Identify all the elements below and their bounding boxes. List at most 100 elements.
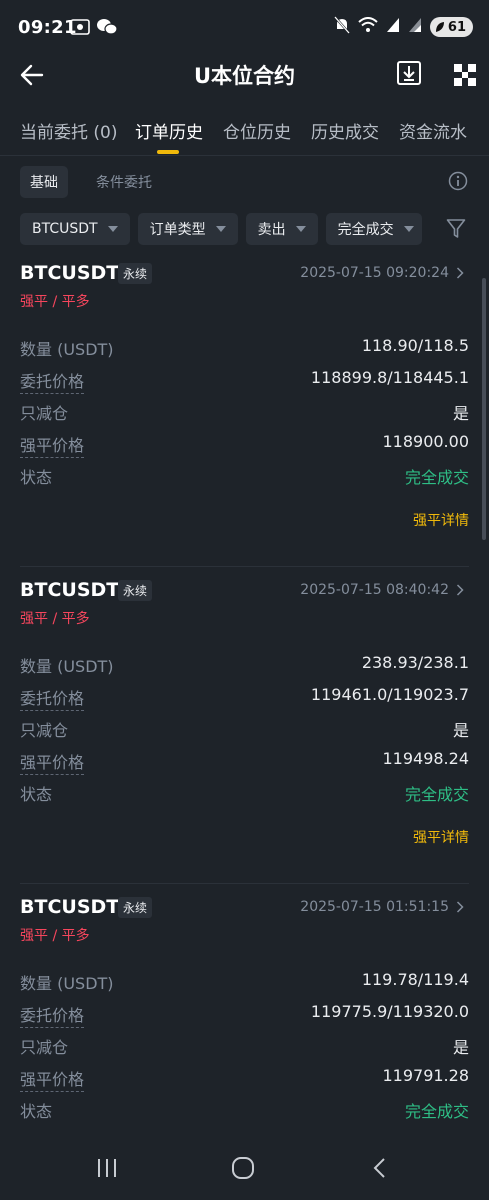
reduce-only-label: 只减仓 xyxy=(20,404,69,423)
scrollbar[interactable] xyxy=(482,278,486,540)
quantity-value: 238.93/238.1 xyxy=(361,653,469,672)
filter-icon[interactable] xyxy=(446,218,466,240)
tab-transaction-history[interactable]: 资金流水 xyxy=(399,118,467,143)
wifi-icon xyxy=(358,17,378,37)
liq-price-label[interactable]: 强平价格 xyxy=(20,432,85,458)
liq-price-value: 119498.24 xyxy=(382,749,469,768)
status-label: 状态 xyxy=(20,785,53,804)
liq-price-value: 118900.00 xyxy=(382,432,469,451)
quantity-row: 数量 (USDT) 119.78/119.4 xyxy=(20,970,469,994)
order-symbol[interactable]: BTCUSDT xyxy=(20,896,119,918)
filter-symbol-label: BTCUSDT xyxy=(32,221,98,237)
quantity-label: 数量 (USDT) xyxy=(20,340,114,359)
order-price-value: 119461.0/119023.7 xyxy=(310,685,469,704)
quantity-value: 119.78/119.4 xyxy=(361,970,469,989)
subtab-basic[interactable]: 基础 xyxy=(20,166,68,198)
order-card: BTCUSDT 永续 2025-07-15 09:20:24 强平 / 平多 数… xyxy=(20,250,469,567)
order-symbol[interactable]: BTCUSDT xyxy=(20,579,119,601)
header: U本位合约 xyxy=(0,48,489,102)
tab-open-orders[interactable]: 当前委托 (0) xyxy=(20,118,117,143)
status-row: 状态 完全成交 xyxy=(20,781,469,805)
order-type: 强平 / 平多 xyxy=(20,294,90,310)
download-button[interactable] xyxy=(396,60,422,86)
liquidation-details-link[interactable]: 强平详情 xyxy=(413,827,469,847)
chevron-right-icon[interactable] xyxy=(456,584,464,596)
wechat-icon xyxy=(96,18,118,40)
order-subtabs: 基础 条件委托 xyxy=(20,166,162,198)
reduce-only-value: 是 xyxy=(452,721,469,740)
order-type: 强平 / 平多 xyxy=(20,611,90,627)
liquidation-details-link[interactable]: 强平详情 xyxy=(413,510,469,530)
quantity-label: 数量 (USDT) xyxy=(20,657,114,676)
reduce-only-row: 只减仓 是 xyxy=(20,1034,469,1058)
order-symbol[interactable]: BTCUSDT xyxy=(20,262,119,284)
order-time: 2025-07-15 08:40:42 xyxy=(300,582,449,598)
chevron-right-icon[interactable] xyxy=(456,267,464,279)
mute-icon xyxy=(334,16,350,38)
filter-status-label: 完全成交 xyxy=(337,222,394,238)
quantity-row: 数量 (USDT) 238.93/238.1 xyxy=(20,653,469,677)
recent-apps-button[interactable] xyxy=(96,1158,118,1178)
order-price-value: 118899.8/118445.1 xyxy=(310,368,469,387)
order-list: BTCUSDT 永续 2025-07-15 09:20:24 强平 / 平多 数… xyxy=(0,250,489,1200)
screen-record-icon xyxy=(70,18,90,40)
reduce-only-value: 是 xyxy=(452,1038,469,1057)
status-row: 状态 完全成交 xyxy=(20,464,469,488)
active-tab-indicator xyxy=(157,150,179,154)
perpetual-badge: 永续 xyxy=(118,897,153,918)
caret-down-icon xyxy=(215,226,226,232)
order-type: 强平 / 平多 xyxy=(20,928,90,944)
status-right: 61 xyxy=(334,16,473,38)
filter-side[interactable]: 卖出 xyxy=(245,213,318,245)
reduce-only-value: 是 xyxy=(452,404,469,423)
reduce-only-row: 只减仓 是 xyxy=(20,717,469,741)
qr-scan-icon xyxy=(454,64,476,86)
filter-symbol[interactable]: BTCUSDT xyxy=(20,213,130,245)
system-nav-bar xyxy=(0,1138,489,1200)
liq-price-row: 强平价格 119791.28 xyxy=(20,1066,469,1092)
status-row: 状态 完全成交 xyxy=(20,1098,469,1122)
status-label: 状态 xyxy=(20,1102,53,1121)
info-icon[interactable] xyxy=(448,171,468,191)
quantity-value: 118.90/118.5 xyxy=(361,336,469,355)
signal-icon xyxy=(408,17,422,37)
status-time: 09:21 xyxy=(18,17,77,38)
order-price-label[interactable]: 委托价格 xyxy=(20,685,85,711)
tab-order-history[interactable]: 订单历史 xyxy=(135,118,203,143)
back-chevron-icon xyxy=(373,1158,385,1178)
order-tabs: 当前委托 (0) 订单历史 仓位历史 历史成交 资金流水 xyxy=(0,104,489,156)
order-price-label[interactable]: 委托价格 xyxy=(20,368,85,394)
reduce-only-label: 只减仓 xyxy=(20,1038,69,1057)
order-price-row: 委托价格 118899.8/118445.1 xyxy=(20,368,469,394)
battery-indicator: 61 xyxy=(429,17,473,37)
system-back-button[interactable] xyxy=(372,1157,388,1179)
liq-price-value: 119791.28 xyxy=(382,1066,469,1085)
filter-side-label: 卖出 xyxy=(257,222,286,238)
chevron-right-icon[interactable] xyxy=(456,901,464,913)
tab-trade-history[interactable]: 历史成交 xyxy=(311,118,379,143)
status-value: 完全成交 xyxy=(404,1102,469,1121)
status-left-icons xyxy=(70,18,118,40)
filter-status[interactable]: 完全成交 xyxy=(325,213,422,245)
battery-level: 61 xyxy=(447,19,466,35)
home-button[interactable] xyxy=(231,1157,255,1179)
filter-order-type-label: 订单类型 xyxy=(149,222,206,238)
status-value: 完全成交 xyxy=(404,468,469,487)
liq-price-label[interactable]: 强平价格 xyxy=(20,1066,85,1092)
filter-bar: BTCUSDT 订单类型 卖出 完全成交 xyxy=(20,213,422,245)
recent-apps-icon xyxy=(98,1159,116,1177)
quantity-row: 数量 (USDT) 118.90/118.5 xyxy=(20,336,469,360)
perpetual-badge: 永续 xyxy=(118,580,153,601)
status-label: 状态 xyxy=(20,468,53,487)
liq-price-label[interactable]: 强平价格 xyxy=(20,749,85,775)
order-price-label[interactable]: 委托价格 xyxy=(20,1002,85,1028)
status-value: 完全成交 xyxy=(404,785,469,804)
order-card: BTCUSDT 永续 2025-07-15 08:40:42 强平 / 平多 数… xyxy=(20,567,469,884)
liq-price-row: 强平价格 119498.24 xyxy=(20,749,469,775)
qr-scan-button[interactable] xyxy=(453,63,477,87)
tab-position-history[interactable]: 仓位历史 xyxy=(223,118,291,143)
subtab-conditional[interactable]: 条件委托 xyxy=(86,166,162,198)
filter-order-type[interactable]: 订单类型 xyxy=(137,213,238,245)
download-icon xyxy=(397,61,421,85)
home-icon xyxy=(232,1157,254,1179)
